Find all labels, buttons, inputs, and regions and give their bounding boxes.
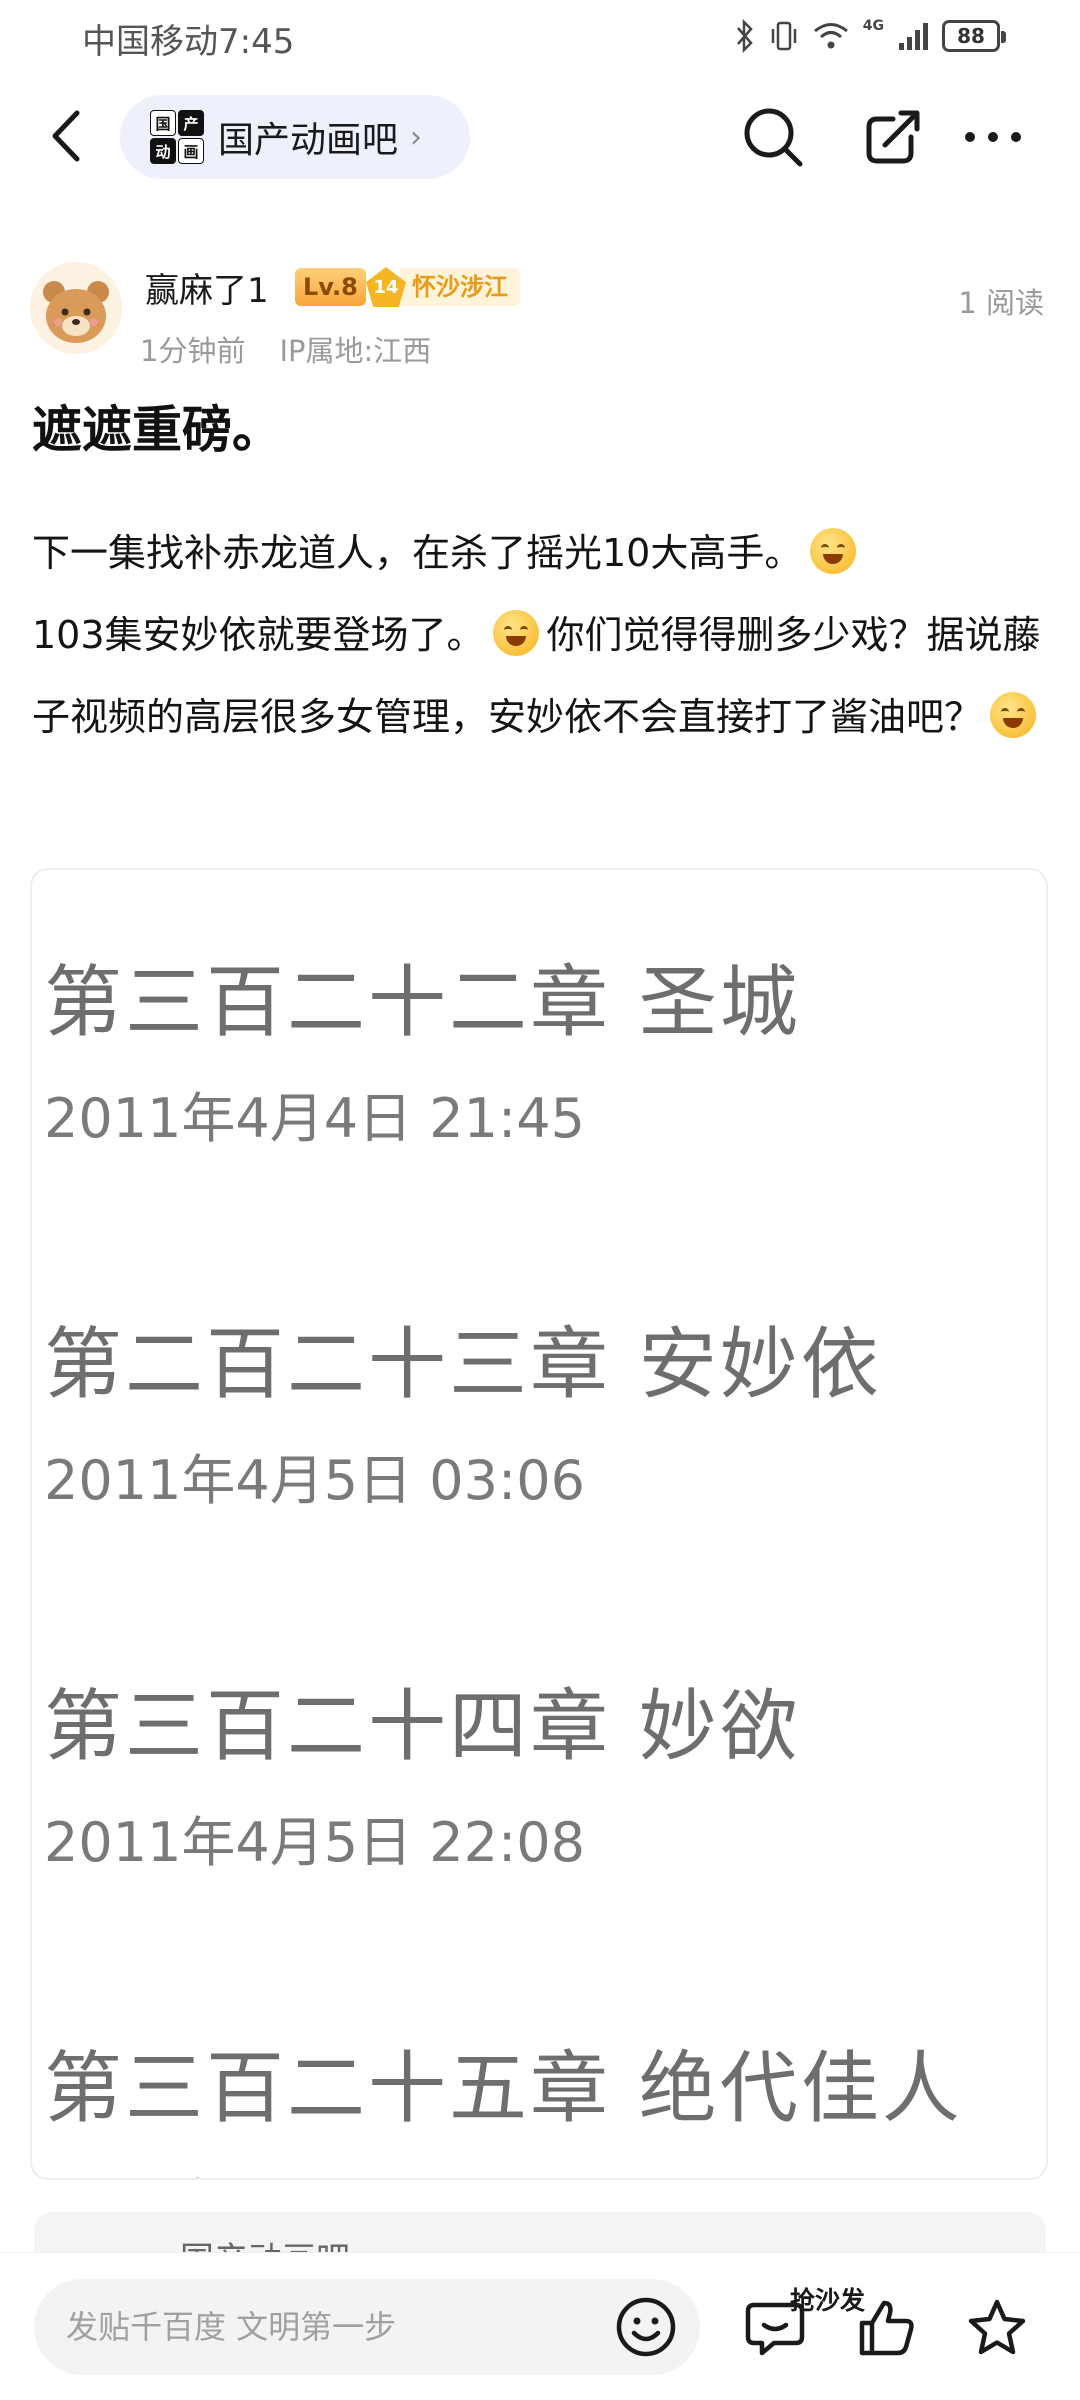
forum-chip[interactable]: 国 产 动 画 国产动画吧 › <box>120 95 470 179</box>
wifi-icon <box>813 23 848 49</box>
more-icon <box>965 132 1021 142</box>
search-button[interactable] <box>738 102 808 172</box>
share-button[interactable] <box>858 102 928 172</box>
ip-location: IP属地:江西 <box>279 334 432 368</box>
bottom-bar: 发贴千百度 文明第一步 抢沙发 <box>0 2252 1080 2400</box>
post-image[interactable]: 第三百二十二章 圣城 2011年4月4日 21:45 第二百二十三章 安妙依 2… <box>30 868 1048 2180</box>
chevron-left-icon <box>52 110 80 162</box>
read-count: 1 阅读 <box>958 286 1044 320</box>
post-body: 下一集找补赤龙道人，在杀了摇光10大高手。 103集安妙依就要登场了。 你们觉得得… <box>32 512 1052 758</box>
status-icons: 4G 88 <box>735 14 1006 58</box>
chapter-title: 第二百二十三章 安妙依 <box>44 1320 882 1410</box>
title-text: 怀沙涉江 <box>400 268 520 306</box>
header: 国 产 动 画 国产动画吧 › <box>0 80 1080 190</box>
chapter-entry: 第三百二十四章 妙欲 2011年4月5日 22:08 <box>44 1664 801 1877</box>
post-meta: 1分钟前 IP属地:江西 <box>140 328 431 370</box>
chapter-title: 第三百二十二章 圣城 <box>44 958 801 1048</box>
forum-logo-char: 动 <box>150 138 176 164</box>
forum-name: 国产动画吧 <box>218 120 399 161</box>
smile-emoji-icon <box>492 610 539 656</box>
bluetooth-icon <box>736 19 753 53</box>
bear-avatar-icon <box>30 262 122 354</box>
grin-emoji-icon <box>810 528 857 574</box>
reply-input[interactable]: 发贴千百度 文明第一步 <box>34 2279 700 2375</box>
status-bar: 中国移动7:45 4G 88 <box>0 0 1080 72</box>
back-button[interactable] <box>36 104 96 168</box>
level-badge: Lv.8 <box>295 268 366 306</box>
battery-indicator: 88 <box>942 20 1006 52</box>
chapter-entry: 第二百二十三章 安妙依 2011年4月5日 03:06 <box>44 1302 882 1515</box>
forum-card-label: 国产动画吧 <box>180 2232 350 2252</box>
post-time: 1分钟前 <box>140 334 246 368</box>
carrier-time: 中国移动7:45 <box>82 22 295 62</box>
chapter-date: 2011年4月4日 21:45 <box>44 1087 585 1150</box>
chapter-date: 2011年4月5日 03:06 <box>44 1449 585 1512</box>
search-icon <box>744 108 803 167</box>
forum-logo: 国 产 动 画 <box>150 110 204 164</box>
chapter-entry: 第三百二十二章 圣城 2011年4月4日 21:45 <box>44 940 801 1153</box>
grin-emoji-icon <box>990 692 1037 738</box>
forum-logo-char: 画 <box>178 138 204 164</box>
forum-logo-char: 国 <box>150 110 176 136</box>
chapter-date: 2011年4月5日 22:08 <box>44 1811 585 1874</box>
post-line: 103集安妙依就要登场了。 <box>32 613 485 657</box>
signal-icon <box>899 23 928 50</box>
emoji-button[interactable] <box>614 2295 678 2359</box>
star-icon <box>968 2299 1026 2355</box>
network-label: 4G <box>862 18 884 34</box>
forum-logo-char: 产 <box>178 110 204 136</box>
vibrate-icon <box>771 21 797 51</box>
more-button[interactable] <box>958 102 1028 172</box>
like-button[interactable] <box>852 2293 922 2363</box>
smiley-icon <box>616 2297 676 2357</box>
author-name[interactable]: 赢麻了1 <box>145 263 269 312</box>
avatar[interactable] <box>30 262 122 354</box>
forum-card[interactable]: 国产动画吧 <box>34 2212 1046 2252</box>
thumbs-up-icon <box>859 2300 914 2356</box>
share-icon <box>866 110 920 164</box>
chapter-title: 第三百二十四章 妙欲 <box>44 1682 801 1772</box>
post-line: 下一集找补赤龙道人，在杀了摇光10大高手。 <box>32 531 803 575</box>
chapter-entry: 第三百二十五章 绝代佳人 2011年4月6日 00:30 <box>44 2026 963 2178</box>
chapter-date: 2011年4月6日 00:30 <box>44 2160 963 2178</box>
chevron-right-icon: › <box>410 119 423 155</box>
favorite-button[interactable] <box>962 2293 1032 2363</box>
title-badge: 14 怀沙涉江 <box>366 264 520 310</box>
chapter-title: 第三百二十五章 绝代佳人 <box>44 2044 963 2134</box>
post-title: 遮遮重磅。 <box>32 401 282 459</box>
